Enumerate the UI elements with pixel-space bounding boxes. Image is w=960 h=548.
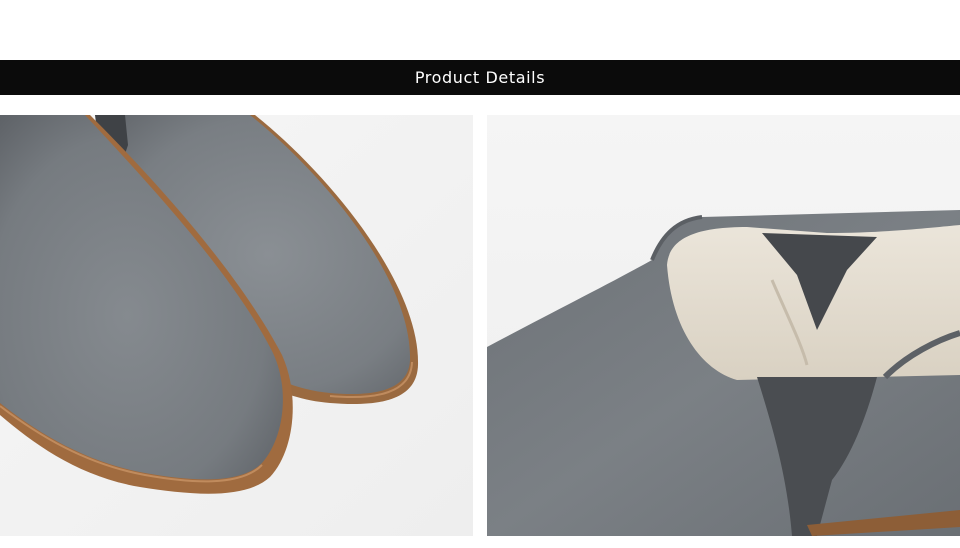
- boot-gusset-illustration: [487, 115, 960, 536]
- product-photo-gusset: [487, 115, 960, 536]
- banner-title: Product Details: [414, 68, 546, 87]
- boot-toes-illustration: [0, 115, 473, 536]
- product-photo-toes: [0, 115, 473, 536]
- section-banner: Product Details: [0, 60, 960, 95]
